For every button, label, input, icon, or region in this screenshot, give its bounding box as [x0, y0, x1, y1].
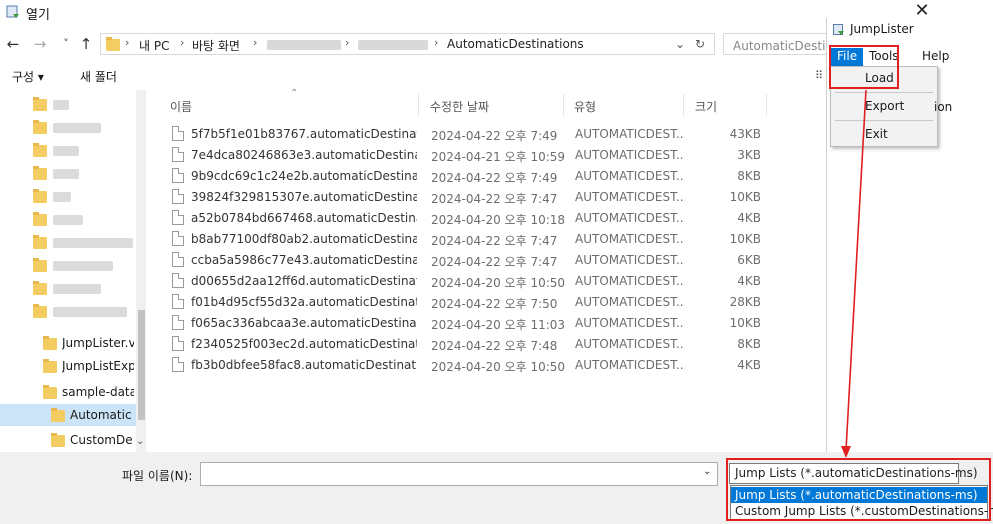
annotation-arrow [841, 89, 867, 458]
